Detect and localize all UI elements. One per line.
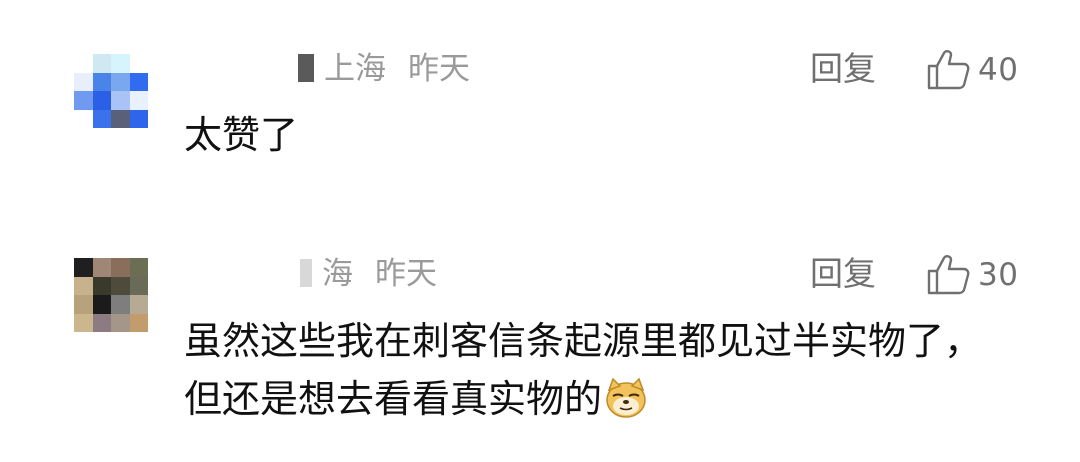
avatar-pixel [111,313,130,332]
avatar-pixel [92,276,111,295]
thumbs-up-icon [927,255,970,295]
like-button[interactable]: 30 [926,255,1018,295]
avatar-pixel [129,258,148,277]
location-label: 上海 [324,51,386,87]
avatar-pixel [74,313,93,332]
timestamp-label: 昨天 [408,51,470,87]
comment-meta: 上海 昨天 [298,49,470,89]
avatar-pixel [129,91,148,110]
avatar-pixel [74,54,93,73]
comment-item: 海昨天 回复 30 虽然这些我在刺客信条起源里都见过半实物了，但还是想去看看真实… [0,220,1080,462]
thumbs-up-icon [927,50,970,90]
avatar-pixel [111,258,130,277]
avatar-pixel [74,72,93,91]
timestamp-label: 昨天 [375,256,437,292]
avatar-pixel [92,72,111,91]
avatar-pixel [74,258,93,277]
avatar[interactable] [74,258,148,332]
avatar-pixel [111,91,130,110]
avatar-pixel [129,54,148,73]
username-redacted [298,54,314,82]
comment-item: 上海 昨天 回复 40 太赞了 [0,0,1080,220]
like-button[interactable]: 40 [926,50,1018,90]
comment-text: 虽然这些我在刺客信条起源里都见过半实物了，但还是想去看看真实物的 [184,319,983,421]
avatar-pixel [92,54,111,73]
like-count: 40 [978,52,1019,88]
reply-button[interactable]: 回复 [810,254,876,294]
avatar-pixel [74,295,93,314]
avatar-pixel [129,109,148,128]
avatar-pixel [111,54,130,73]
avatar-pixel [92,313,111,332]
avatar-pixel [129,72,148,91]
avatar-pixel [74,91,93,110]
avatar-pixel [129,295,148,314]
comment-text-block: 虽然这些我在刺客信条起源里都见过半实物了，但还是想去看看真实物的 [184,312,1004,428]
doge-emoji-icon [606,377,646,418]
comment-text: 太赞了 [184,113,299,157]
avatar-pixel [74,276,93,295]
avatar[interactable] [74,54,148,128]
avatar-pixel [74,109,93,128]
avatar-pixel [92,295,111,314]
comment-meta: 海昨天 [300,254,437,294]
avatar-pixel [92,109,111,128]
reply-button[interactable]: 回复 [810,49,876,89]
username-redacted [300,259,312,287]
avatar-pixel [129,276,148,295]
avatar-pixel [129,313,148,332]
avatar-pixel [111,295,130,314]
avatar-pixel [111,72,130,91]
like-count: 30 [978,257,1019,293]
avatar-pixel [111,109,130,128]
avatar-pixel [111,276,130,295]
location-label: 海 [322,256,353,292]
avatar-pixel [92,258,111,277]
avatar-pixel [92,91,111,110]
